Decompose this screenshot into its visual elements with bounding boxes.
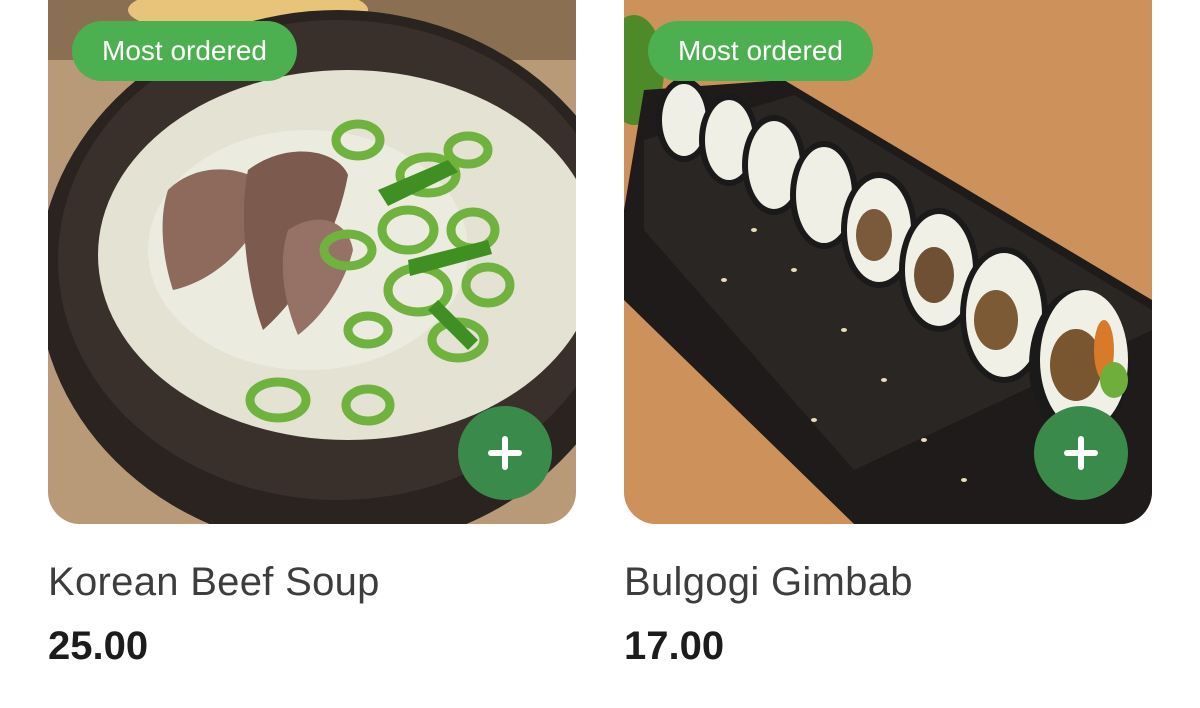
product-image[interactable]: Most ordered	[624, 0, 1152, 524]
product-name[interactable]: Bulgogi Gimbab	[624, 560, 913, 605]
product-card[interactable]: Most ordered Korean Beef Soup 25.00	[48, 0, 576, 668]
product-price: 25.00	[48, 624, 149, 668]
plus-icon	[1064, 436, 1098, 470]
plus-icon	[488, 436, 522, 470]
product-price: 17.00	[624, 624, 725, 668]
add-to-cart-button[interactable]	[458, 406, 552, 500]
most-ordered-badge: Most ordered	[648, 21, 873, 81]
product-card[interactable]: Most ordered Bulgogi Gimbab 17.00	[624, 0, 1152, 668]
product-image[interactable]: Most ordered	[48, 0, 576, 524]
add-to-cart-button[interactable]	[1034, 406, 1128, 500]
product-name[interactable]: Korean Beef Soup	[48, 560, 380, 605]
most-ordered-badge: Most ordered	[72, 21, 297, 81]
